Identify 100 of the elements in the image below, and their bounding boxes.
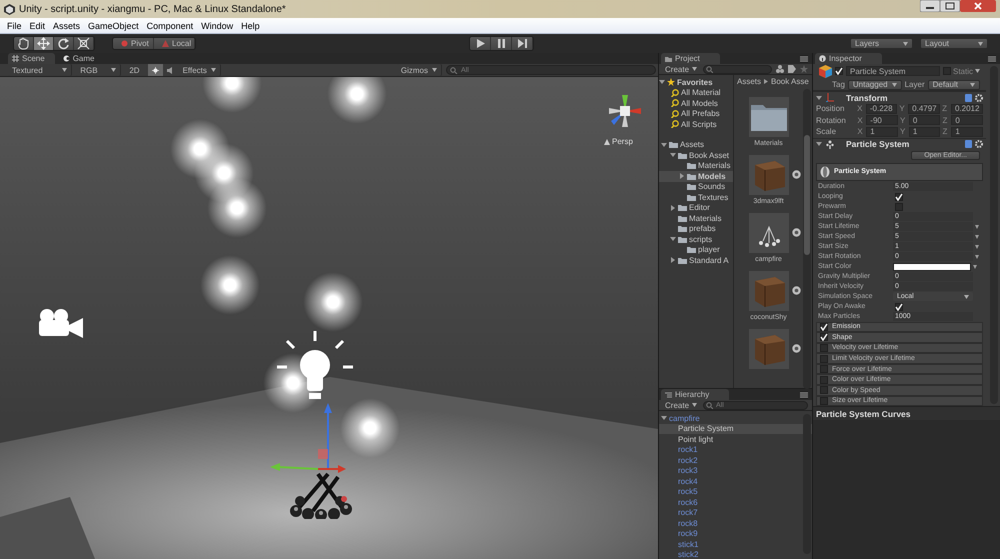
tree-item[interactable]: rock8 xyxy=(659,518,812,528)
menu-item[interactable]: Edit xyxy=(26,20,50,30)
scrollbar-thumb[interactable] xyxy=(804,135,810,255)
expanded-arrow-icon[interactable] xyxy=(659,79,665,86)
panel-tab[interactable]: Inspector xyxy=(815,53,882,64)
tree-item[interactable]: rock5 xyxy=(659,486,812,497)
playback-controls-group[interactable] xyxy=(469,36,534,51)
checkbox[interactable] xyxy=(820,344,828,352)
preview-play-icon[interactable] xyxy=(792,286,801,295)
step-button[interactable] xyxy=(512,37,533,50)
tree-item[interactable]: Materials xyxy=(659,213,733,224)
tree-item[interactable]: Materials xyxy=(659,160,733,171)
tree-item[interactable]: Favorites xyxy=(659,77,733,88)
move-tool-button[interactable] xyxy=(34,37,54,50)
tree-item[interactable]: Editor xyxy=(659,202,733,213)
scrollbar[interactable] xyxy=(803,414,811,554)
hand-tool-button[interactable] xyxy=(14,37,34,50)
tree-item[interactable]: rock7 xyxy=(659,508,812,518)
expanded-arrow-icon[interactable] xyxy=(816,94,822,100)
checkbox[interactable] xyxy=(895,302,903,310)
color-field[interactable] xyxy=(893,262,971,270)
audio-icon[interactable] xyxy=(166,66,175,74)
tree-item[interactable]: Book Asset xyxy=(659,150,733,160)
tree-item[interactable]: player xyxy=(659,244,733,255)
checkbox[interactable] xyxy=(820,333,828,342)
panel-menu-icon[interactable] xyxy=(800,392,808,398)
checkbox[interactable] xyxy=(820,322,828,331)
pause-button[interactable] xyxy=(491,37,512,50)
breadcrumb-item[interactable]: Assets xyxy=(737,76,762,86)
tree-item[interactable]: rock2 xyxy=(659,455,812,466)
checkbox[interactable] xyxy=(820,386,828,394)
collapsed-arrow-icon[interactable] xyxy=(679,173,685,180)
star-icon[interactable] xyxy=(800,65,808,73)
tree-item[interactable]: rock4 xyxy=(659,476,812,486)
gear-icon[interactable] xyxy=(975,140,983,148)
tree-item[interactable]: scripts xyxy=(659,234,733,244)
close-icon[interactable] xyxy=(960,0,996,12)
number-field[interactable]: -90 xyxy=(866,115,898,126)
gear-icon[interactable] xyxy=(975,94,983,102)
menu-item[interactable]: Component xyxy=(142,20,198,30)
tree-item[interactable]: All Models xyxy=(659,98,733,108)
tree-item[interactable]: campfire xyxy=(659,413,812,424)
filter-type-icon[interactable] xyxy=(776,65,784,73)
number-field[interactable]: 0.2012 xyxy=(950,104,983,114)
tree-item[interactable]: Standard A xyxy=(659,255,733,266)
tree-item[interactable]: prefabs xyxy=(659,224,733,234)
tree-item[interactable]: All Scripts xyxy=(659,119,733,130)
tree-item[interactable]: rock3 xyxy=(659,466,812,476)
checkbox[interactable] xyxy=(835,67,843,75)
menu-item[interactable]: Window xyxy=(197,20,238,30)
preview-play-icon[interactable] xyxy=(792,228,801,237)
projection-label[interactable]: Persp xyxy=(612,137,633,146)
expanded-arrow-icon[interactable] xyxy=(816,141,822,147)
menu-item[interactable]: Help xyxy=(237,20,264,30)
view-tab[interactable]: Game xyxy=(58,53,104,64)
pivot-button[interactable]: Pivot xyxy=(113,38,154,49)
collapsed-arrow-icon[interactable] xyxy=(670,204,676,211)
layers-dropdown[interactable]: Layers xyxy=(850,38,913,49)
breadcrumb-item[interactable]: Book Asse xyxy=(771,76,809,86)
preview-play-icon[interactable] xyxy=(792,344,801,353)
layer-dropdown[interactable]: Default xyxy=(928,80,980,90)
pivot-toggle-group[interactable]: Pivot Local xyxy=(112,37,196,50)
number-field[interactable]: 0 xyxy=(908,115,940,126)
checkbox[interactable] xyxy=(820,354,828,363)
panel-tab[interactable]: Hierarchy xyxy=(661,389,730,400)
tree-item[interactable]: Models xyxy=(659,171,733,182)
tree-item[interactable]: rock1 xyxy=(659,444,812,455)
menu-item[interactable]: File xyxy=(3,20,26,30)
lighting-toggle[interactable] xyxy=(148,64,163,76)
scale-tool-button[interactable] xyxy=(74,37,94,50)
tree-item[interactable]: Point light xyxy=(659,434,812,444)
expanded-arrow-icon[interactable] xyxy=(670,152,676,158)
checkbox[interactable] xyxy=(820,376,828,384)
name-field[interactable]: Particle System xyxy=(846,66,940,76)
checkbox[interactable] xyxy=(895,192,903,200)
tree-item[interactable]: stick2 xyxy=(659,550,812,559)
number-field[interactable]: 1 xyxy=(866,126,898,137)
tree-item[interactable]: Textures xyxy=(659,192,733,202)
curve-mode-caret-icon[interactable] xyxy=(975,254,979,258)
help-book-icon[interactable] xyxy=(965,94,972,102)
layout-dropdown[interactable]: Layout xyxy=(920,38,988,49)
number-field[interactable]: 0 xyxy=(951,115,983,126)
tree-item[interactable]: Particle System xyxy=(659,424,812,434)
number-field[interactable]: 1 xyxy=(951,126,983,137)
curve-mode-caret-icon[interactable] xyxy=(975,224,979,228)
rotate-tool-button[interactable] xyxy=(54,37,74,50)
preview-play-icon[interactable] xyxy=(792,170,801,179)
expanded-arrow-icon[interactable] xyxy=(670,236,676,242)
tag-dropdown[interactable]: Untagged xyxy=(848,80,902,90)
view-tab[interactable]: Scene xyxy=(8,53,55,64)
checkbox[interactable] xyxy=(820,365,828,374)
expanded-arrow-icon[interactable] xyxy=(661,415,667,422)
panel-menu-icon[interactable] xyxy=(800,56,808,62)
expanded-arrow-icon[interactable] xyxy=(661,142,667,148)
maximize-icon[interactable] xyxy=(940,0,960,12)
tree-item[interactable]: All Prefabs xyxy=(659,108,733,119)
curve-mode-caret-icon[interactable] xyxy=(973,264,977,268)
tree-item[interactable]: Sounds xyxy=(659,182,733,192)
tree-item[interactable]: Assets xyxy=(659,140,733,150)
tree-item[interactable]: rock6 xyxy=(659,497,812,508)
